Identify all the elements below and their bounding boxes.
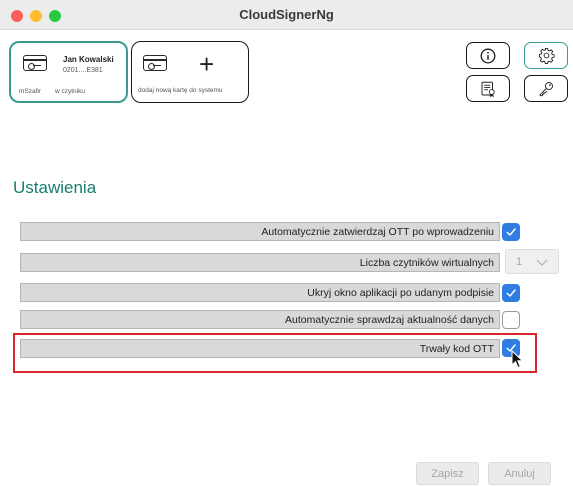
title-bar: CloudSignerNg [0,0,573,30]
auto-check-data-checkbox[interactable] [502,311,520,329]
close-window-button[interactable] [11,10,23,22]
card-type: mSzafir [19,88,42,95]
setting-hide-window-label: Ukryj okno aplikacji po udanym podpisie [20,283,500,302]
minimize-window-button[interactable] [30,10,42,22]
card-key-icon [23,55,47,71]
certificate-button[interactable] [466,75,510,102]
mouse-pointer-icon [511,350,524,369]
info-icon [480,48,496,63]
setting-persistent-ott-label: Trwały kod OTT [20,339,500,358]
virtual-readers-value: 1 [516,255,523,268]
card-number: 0201....E381 [63,67,103,74]
save-button[interactable]: Zapisz [416,462,479,485]
add-card-button[interactable]: + dodaj nową kartę do systemu [131,41,249,103]
plus-icon: + [199,49,215,79]
chevron-down-icon [536,259,548,266]
setting-auto-check-data-label: Automatycznie sprawdzaj aktualność danyc… [20,310,500,329]
settings-button[interactable] [524,42,568,69]
info-button[interactable] [466,42,510,69]
key-icon [539,82,553,97]
virtual-readers-select[interactable]: 1 [505,249,559,274]
card-key-icon [143,55,167,71]
card-holder-name: Jan Kowalski [63,55,114,64]
checkmark-icon [506,289,516,297]
add-card-label: dodaj nową kartę do systemu [138,87,223,94]
gear-icon [538,47,555,64]
card-jan-kowalski[interactable]: Jan Kowalski 0201....E381 mSzafir w czyt… [9,41,128,103]
certificate-icon [481,81,495,97]
auto-confirm-ott-checkbox[interactable] [502,223,520,241]
card-status: w czytniku [55,88,85,95]
zoom-window-button[interactable] [49,10,61,22]
settings-heading: Ustawienia [13,178,97,197]
key-button[interactable] [524,75,568,102]
window-title: CloudSignerNg [239,7,334,22]
cancel-button[interactable]: Anuluj [488,462,551,485]
hide-window-checkbox[interactable] [502,284,520,302]
setting-auto-confirm-ott-label: Automatycznie zatwierdzaj OTT po wprowad… [20,222,500,241]
setting-virtual-readers-label: Liczba czytników wirtualnych [20,253,500,272]
checkmark-icon [506,228,516,236]
